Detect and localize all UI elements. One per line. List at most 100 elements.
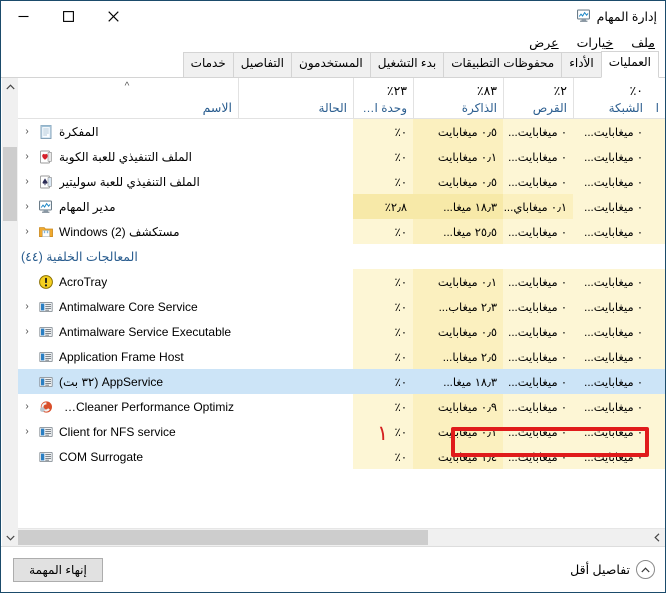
cell-memory: ١٫٤ ميغابايت — [413, 444, 503, 469]
table-row[interactable]: ٠ ميغابايت... ٠ ميغابايت... ٢٫٣ ميغاب... ٠٪… — [1, 294, 665, 319]
table-row[interactable]: ٠ ميغابايت... ٠ ميغابايت... ٠٫٥ ميغابايت ٠٪… — [1, 119, 665, 144]
expand-chevron-icon[interactable]: ‹ — [21, 201, 33, 212]
fewer-details-button[interactable]: تفاصيل أقل — [570, 560, 655, 579]
close-button[interactable] — [91, 2, 136, 31]
cell-status — [238, 394, 353, 419]
table-row[interactable]: ٠ ميغابايت... ٠ ميغابايت... ٠٫١ ميغابايت ٠٪… — [1, 419, 665, 444]
expand-chevron-icon[interactable]: ‹ — [21, 126, 33, 137]
menu-item-list: ملف خيارات عرض — [527, 34, 657, 51]
notepad-icon — [38, 124, 54, 140]
menu-item-label: رض — [529, 35, 552, 50]
column-header-label: الـ — [655, 101, 659, 115]
table-row[interactable]: ٠ ميغابايت... ٠٫١ ميغاباي... ١٨٫٣ ميغا... ٢… — [1, 194, 665, 219]
cell-cpu: ٠٪ — [394, 376, 407, 389]
column-header-memory[interactable]: ٨٣٪ الذاكرة — [413, 78, 503, 118]
column-usage-percent: ٨٣٪ — [476, 84, 497, 98]
horizontal-scroll-track[interactable] — [18, 529, 648, 546]
menu-item-1[interactable]: خيارات — [575, 34, 616, 51]
menu-accel-char: م — [648, 35, 655, 50]
process-name: المعالجات الخلفية (٤٤) — [21, 250, 138, 264]
menu-item-2[interactable]: عرض — [527, 34, 560, 51]
horizontal-scrollbar[interactable] — [1, 528, 665, 546]
folder-icon — [38, 224, 54, 240]
tab-label: بدء التشغيل — [377, 56, 437, 70]
cell-name: الملف التنفيذي للعبة الكوبة ‹ — [15, 144, 238, 169]
fewer-details-label: تفاصيل أقل — [570, 563, 630, 577]
table-row[interactable]: ٠ ميغابايت... ٠ ميغابايت... ٢٫٥ ميغابا... ٠… — [1, 344, 665, 369]
task-manager-window: إدارة المهام ملف خيارات عرض العمليات الأداء… — [0, 0, 666, 593]
tab-6[interactable]: خدمات — [182, 52, 234, 78]
expand-chevron-icon[interactable]: ‹ — [21, 326, 33, 337]
maximize-button[interactable] — [46, 2, 91, 31]
tab-label: العمليات — [608, 55, 651, 69]
cell-cpu: ٠٪ — [353, 294, 413, 319]
window-controls — [1, 1, 136, 31]
cell-extra — [649, 119, 665, 144]
column-header-label: الذاكرة — [461, 101, 497, 115]
table-row[interactable]: ٠ ميغابايت... ٠ ميغابايت... ١٨٫٣ ميغا... ٠٪… — [1, 369, 665, 394]
column-header-extra[interactable]: الـ — [649, 78, 665, 118]
scroll-right-button[interactable] — [648, 529, 665, 546]
vertical-scroll-thumb[interactable] — [3, 147, 17, 221]
table-row[interactable]: ٠ ميغابايت... ٠ ميغابايت... ٠٫٩ ميغابايت ٠٪… — [1, 394, 665, 419]
cell-name: Client for NFS service ‹ — [15, 419, 238, 444]
tab-label: التفاصيل — [240, 56, 285, 70]
column-header-status[interactable]: الحالة — [238, 78, 353, 118]
table-row[interactable]: ٠ ميغابايت... ٠ ميغابايت... ٠٫١ ميغابايت ٠٪… — [1, 144, 665, 169]
column-header-label: القرص — [532, 101, 567, 115]
column-header-network[interactable]: ٠٪ الشبكة — [573, 78, 649, 118]
column-header-label: وحدة الم... — [360, 101, 407, 115]
process-name: CCleaner Performance Optimiz... — [59, 399, 234, 414]
table-row[interactable]: ٠ ميغابايت... ٠ ميغابايت... ٢٥٫٥ ميغا... ٠٪… — [1, 219, 665, 244]
cell-name: الملف التنفيذي للعبة سوليتير ‹ — [15, 169, 238, 194]
process-name: AppService (٣٢ بت) — [59, 374, 164, 389]
tab-0[interactable]: العمليات — [600, 51, 659, 78]
column-header-cpu[interactable]: ٢٣٪ وحدة الم... — [353, 78, 413, 118]
table-body: ٠ ميغابايت... ٠ ميغابايت... ٠٫٥ ميغابايت ٠٪… — [1, 119, 665, 528]
service-icon — [38, 424, 54, 440]
menu-item-0[interactable]: ملف — [629, 34, 657, 51]
cell-cpu: ٠٪ — [353, 394, 413, 419]
table-row[interactable]: ٠ ميغابايت... ٠ ميغابايت... ٠٫١ ميغابايت ٠٪… — [1, 269, 665, 294]
vertical-scrollbar[interactable] — [1, 78, 18, 546]
table-group-header-row[interactable]: المعالجات الخلفية (٤٤) — [1, 244, 665, 269]
cell-name: Application Frame Host‹ — [15, 344, 238, 369]
cell-extra — [649, 319, 665, 344]
horizontal-scroll-thumb[interactable] — [18, 530, 428, 545]
process-name: مدير المهام — [59, 199, 116, 214]
expand-chevron-icon[interactable]: ‹ — [21, 151, 33, 162]
expand-chevron-icon[interactable]: ‹ — [21, 226, 33, 237]
expand-chevron-icon[interactable]: ‹ — [21, 401, 33, 412]
cell-memory: ٠٫٥ ميغابايت — [413, 319, 503, 344]
task-manager-icon — [38, 199, 54, 215]
tab-2[interactable]: محفوظات التطبيقات — [443, 52, 563, 78]
expand-chevron-icon[interactable]: ‹ — [21, 426, 33, 437]
tab-4[interactable]: المستخدمون — [291, 52, 371, 78]
column-header-name[interactable]: ^ الاسم — [15, 78, 238, 118]
tab-1[interactable]: الأداء — [561, 52, 602, 78]
cell-extra — [649, 144, 665, 169]
minimize-button[interactable] — [1, 2, 46, 31]
cell-memory: ١٨٫٣ ميغا... — [413, 194, 503, 219]
scroll-down-button[interactable] — [2, 529, 18, 546]
cell-disk: ٠ ميغابايت... — [503, 269, 573, 294]
service-icon — [38, 324, 54, 340]
table-row[interactable]: ٠ ميغابايت... ٠ ميغابايت... ٠٫٥ ميغابايت ٠٪… — [1, 169, 665, 194]
cell-memory — [413, 244, 503, 269]
table-row[interactable]: ٠ ميغابايت... ٠ ميغابايت... ١٫٤ ميغابايت ٠٪… — [1, 444, 665, 469]
cell-extra — [649, 369, 665, 394]
expand-chevron-icon[interactable]: ‹ — [21, 301, 33, 312]
end-task-label: إنهاء المهمة — [29, 562, 87, 577]
cell-network: ٠ ميغابايت... — [573, 119, 649, 144]
ccleaner-icon — [38, 399, 54, 415]
cell-memory: ١٨٫٣ ميغا... — [443, 376, 497, 389]
scroll-up-button[interactable] — [2, 78, 18, 95]
cell-extra — [649, 169, 665, 194]
end-task-button[interactable]: إنهاء المهمة — [13, 557, 103, 582]
vertical-scroll-track[interactable] — [2, 95, 18, 529]
expand-chevron-icon[interactable]: ‹ — [21, 176, 33, 187]
tab-5[interactable]: التفاصيل — [232, 52, 293, 78]
table-row[interactable]: ٠ ميغابايت... ٠ ميغابايت... ٠٫٥ ميغابايت ٠٪… — [1, 319, 665, 344]
column-header-disk[interactable]: ٢٪ القرص — [503, 78, 573, 118]
tab-3[interactable]: بدء التشغيل — [369, 52, 445, 78]
